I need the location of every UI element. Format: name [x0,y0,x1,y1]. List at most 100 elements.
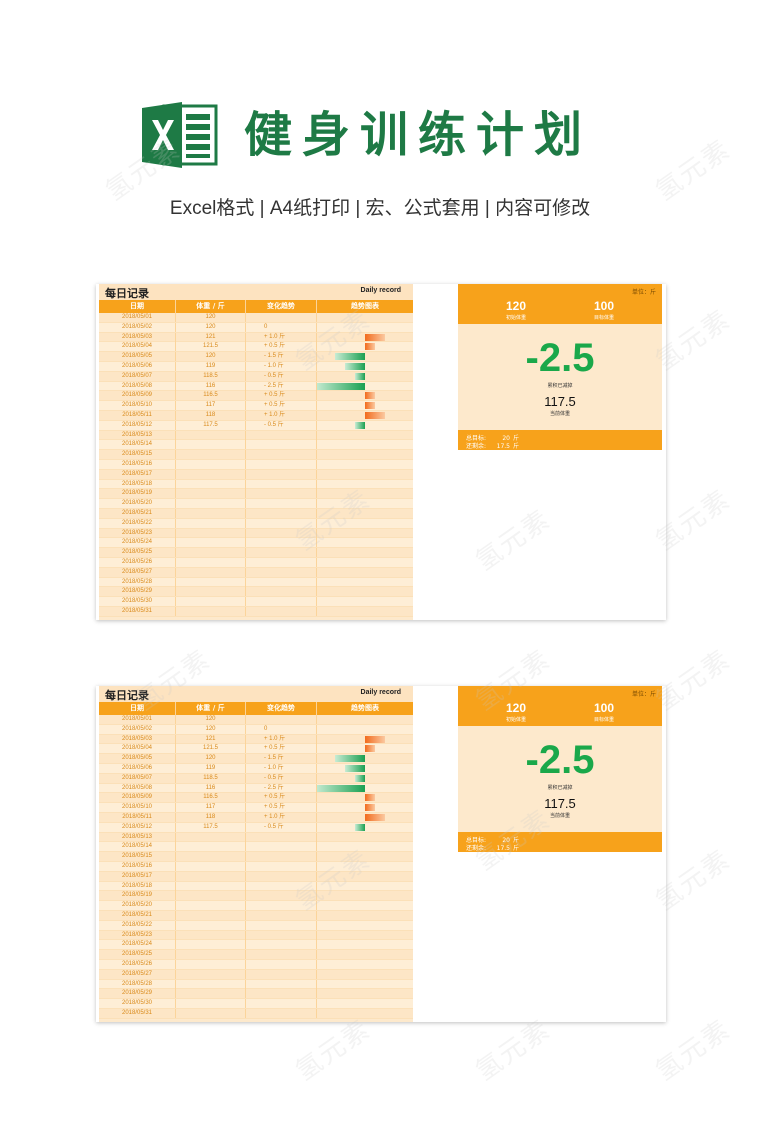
weight-cell[interactable]: 117.5 [176,822,246,832]
date-cell[interactable]: 2018/05/04 [99,744,176,754]
weight-cell[interactable] [176,440,246,450]
weight-cell[interactable] [176,910,246,920]
weight-cell[interactable] [176,920,246,930]
change-cell[interactable] [246,518,317,528]
change-cell[interactable]: - 1.0 斤 [246,763,317,773]
change-cell[interactable] [246,450,317,460]
date-cell[interactable]: 2018/05/31 [99,606,176,616]
change-cell[interactable]: 0 [246,724,317,734]
change-cell[interactable]: - 0.5 斤 [246,420,317,430]
date-cell[interactable]: 2018/05/19 [99,891,176,901]
date-cell[interactable]: 2018/05/24 [99,940,176,950]
change-cell[interactable] [246,587,317,597]
change-cell[interactable] [246,508,317,518]
change-cell[interactable]: + 0.5 斤 [246,391,317,401]
change-cell[interactable] [246,930,317,940]
weight-cell[interactable]: 119 [176,361,246,371]
weight-cell[interactable] [176,557,246,567]
change-cell[interactable] [246,528,317,538]
date-cell[interactable]: 2018/05/18 [99,881,176,891]
weight-cell[interactable] [176,999,246,1009]
weight-cell[interactable]: 117 [176,401,246,411]
change-cell[interactable] [246,489,317,499]
change-cell[interactable] [246,469,317,479]
weight-cell[interactable]: 116 [176,381,246,391]
weight-cell[interactable] [176,469,246,479]
date-cell[interactable]: 2018/05/22 [99,518,176,528]
change-cell[interactable]: - 2.5 斤 [246,381,317,391]
change-cell[interactable]: + 0.5 斤 [246,401,317,411]
date-cell[interactable]: 2018/05/07 [99,371,176,381]
date-cell[interactable]: 2018/05/05 [99,352,176,362]
weight-cell[interactable] [176,450,246,460]
date-cell[interactable]: 2018/05/26 [99,959,176,969]
weight-cell[interactable] [176,538,246,548]
date-cell[interactable]: 2018/05/25 [99,548,176,558]
weight-cell[interactable] [176,940,246,950]
date-cell[interactable]: 2018/05/10 [99,803,176,813]
date-cell[interactable]: 2018/05/30 [99,999,176,1009]
date-cell[interactable]: 2018/05/30 [99,597,176,607]
date-cell[interactable]: 2018/05/18 [99,479,176,489]
weight-cell[interactable]: 116 [176,783,246,793]
change-cell[interactable] [246,989,317,999]
date-cell[interactable]: 2018/05/03 [99,734,176,744]
change-cell[interactable] [246,577,317,587]
change-cell[interactable]: - 1.5 斤 [246,352,317,362]
weight-cell[interactable] [176,577,246,587]
weight-cell[interactable] [176,518,246,528]
weight-cell[interactable]: 116.5 [176,793,246,803]
change-cell[interactable] [246,548,317,558]
change-cell[interactable] [246,950,317,960]
date-cell[interactable]: 2018/05/06 [99,361,176,371]
date-cell[interactable]: 2018/05/10 [99,401,176,411]
weight-cell[interactable] [176,587,246,597]
weight-cell[interactable]: 121.5 [176,744,246,754]
date-cell[interactable]: 2018/05/21 [99,910,176,920]
date-cell[interactable]: 2018/05/12 [99,822,176,832]
weight-cell[interactable]: 118.5 [176,371,246,381]
weight-cell[interactable] [176,430,246,440]
change-cell[interactable] [246,940,317,950]
date-cell[interactable]: 2018/05/08 [99,381,176,391]
weight-cell[interactable] [176,989,246,999]
weight-cell[interactable] [176,548,246,558]
date-cell[interactable]: 2018/05/28 [99,979,176,989]
weight-cell[interactable] [176,567,246,577]
date-cell[interactable]: 2018/05/01 [99,715,176,724]
change-cell[interactable]: - 1.5 斤 [246,754,317,764]
change-cell[interactable] [246,597,317,607]
change-cell[interactable] [246,459,317,469]
date-cell[interactable]: 2018/05/16 [99,459,176,469]
date-cell[interactable]: 2018/05/20 [99,901,176,911]
change-cell[interactable]: - 0.5 斤 [246,822,317,832]
change-cell[interactable] [246,969,317,979]
date-cell[interactable]: 2018/05/05 [99,754,176,764]
date-cell[interactable]: 2018/05/23 [99,930,176,940]
date-cell[interactable]: 2018/05/07 [99,773,176,783]
date-cell[interactable]: 2018/05/01 [99,313,176,322]
change-cell[interactable] [246,1008,317,1018]
date-cell[interactable]: 2018/05/15 [99,450,176,460]
change-cell[interactable] [246,910,317,920]
weight-cell[interactable]: 120 [176,724,246,734]
date-cell[interactable]: 2018/05/19 [99,489,176,499]
change-cell[interactable] [246,959,317,969]
date-cell[interactable]: 2018/05/13 [99,430,176,440]
change-cell[interactable] [246,479,317,489]
date-cell[interactable]: 2018/05/16 [99,861,176,871]
date-cell[interactable]: 2018/05/08 [99,783,176,793]
change-cell[interactable]: + 0.5 斤 [246,803,317,813]
weight-cell[interactable]: 116.5 [176,391,246,401]
date-cell[interactable]: 2018/05/27 [99,567,176,577]
date-cell[interactable]: 2018/05/06 [99,763,176,773]
weight-cell[interactable] [176,901,246,911]
change-cell[interactable]: + 1.0 斤 [246,410,317,420]
weight-cell[interactable]: 118 [176,410,246,420]
weight-cell[interactable] [176,861,246,871]
change-cell[interactable]: - 1.0 斤 [246,361,317,371]
weight-cell[interactable]: 117 [176,803,246,813]
weight-cell[interactable] [176,489,246,499]
change-cell[interactable] [246,891,317,901]
weight-cell[interactable]: 120 [176,715,246,724]
